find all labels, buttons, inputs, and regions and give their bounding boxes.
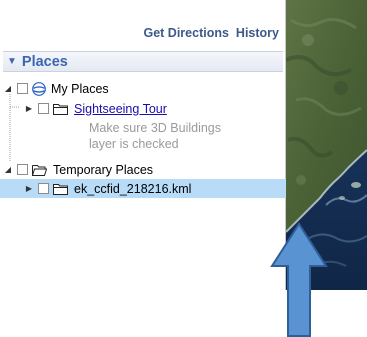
left-panel: Get Directions History ▼ Places ◢ My Pla… <box>0 0 286 290</box>
history-link[interactable]: History <box>236 26 279 40</box>
top-links: Get Directions History <box>143 26 279 40</box>
description-line-1: Make sure 3D Buildings <box>89 121 222 135</box>
folder-icon <box>53 103 68 115</box>
globe-icon <box>32 81 46 96</box>
open-folder-icon <box>32 164 47 176</box>
my-places-label: My Places <box>51 81 109 96</box>
arrow-up-icon <box>270 222 328 337</box>
kml-file-checkbox[interactable] <box>38 183 49 194</box>
sightseeing-tour-link[interactable]: Sightseeing Tour <box>74 102 167 116</box>
triangle-down-icon[interactable]: ▼ <box>7 56 17 67</box>
triangle-down-icon[interactable]: ◢ <box>3 165 13 175</box>
triangle-right-icon[interactable]: ▶ <box>24 184 34 194</box>
get-directions-link[interactable]: Get Directions <box>143 26 228 40</box>
tree-item-temporary-places[interactable]: ◢ Temporary Places <box>3 160 153 179</box>
triangle-down-icon[interactable]: ◢ <box>3 84 13 94</box>
sightseeing-tour-checkbox[interactable] <box>38 103 49 114</box>
places-title: Places <box>21 53 68 70</box>
temporary-places-checkbox[interactable] <box>17 164 28 175</box>
folder-icon <box>53 183 68 195</box>
triangle-right-icon[interactable]: ▶ <box>24 104 34 114</box>
google-earth-window: Get Directions History ▼ Places ◢ My Pla… <box>0 0 367 337</box>
description-line-2: layer is checked <box>89 137 179 151</box>
my-places-checkbox[interactable] <box>17 83 28 94</box>
tree-item-sightseeing-tour[interactable]: ▶ Sightseeing Tour <box>24 99 167 118</box>
kml-file-label: ek_ccfid_218216.kml <box>74 181 192 196</box>
tree-item-my-places[interactable]: ◢ My Places <box>3 79 109 98</box>
places-header[interactable]: ▼ Places <box>3 51 283 72</box>
temporary-places-label: Temporary Places <box>53 162 154 177</box>
sightseeing-tour-description: Make sure 3D Buildings layer is checked <box>89 120 221 152</box>
tree-item-kml-file[interactable]: ▶ ek_ccfid_218216.kml <box>0 179 286 198</box>
